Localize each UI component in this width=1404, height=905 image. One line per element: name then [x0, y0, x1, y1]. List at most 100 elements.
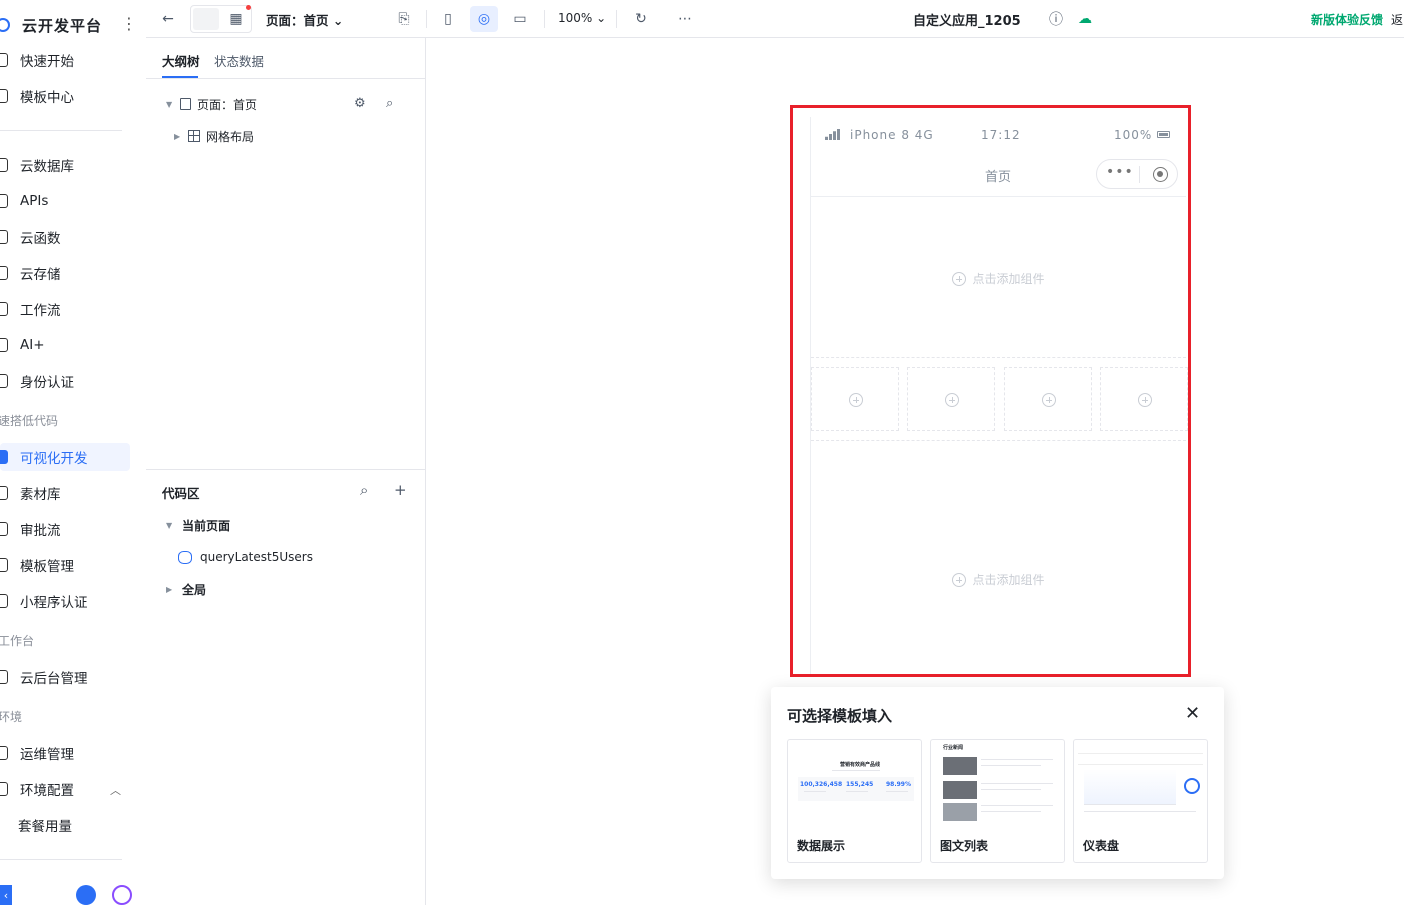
miniprogram-capsule[interactable]: ••• — [1096, 159, 1178, 189]
sidebar-item-label: 环境配置 — [20, 783, 74, 799]
template-thumbnail: 行业新闻 — [935, 743, 1060, 821]
grid-cell[interactable] — [1004, 367, 1092, 431]
sidebar-item-admin[interactable]: 云后台管理 — [0, 663, 130, 691]
quick-start-icon — [0, 53, 8, 67]
refresh-icon[interactable]: ↻ — [630, 6, 652, 32]
sidebar-item-template-center[interactable]: 模板中心 — [0, 82, 130, 110]
tree-node-page[interactable]: ▼ 页面：首页 — [166, 93, 257, 115]
sidebar-item-visual-dev[interactable]: 可视化开发 — [0, 443, 130, 471]
grid-cell[interactable] — [1100, 367, 1188, 431]
search-icon[interactable]: ⌕ — [386, 96, 393, 111]
sidebar-item-assets[interactable]: 素材库 — [0, 479, 130, 507]
miniprogram-device-icon[interactable]: ◎ — [470, 6, 498, 32]
sidebar-item-approval[interactable]: 审批流 — [0, 515, 130, 543]
collapse-icon[interactable]: ‹ — [0, 885, 12, 905]
grid-cell[interactable] — [907, 367, 995, 431]
tree-node-label: 页面：首页 — [197, 97, 258, 112]
chevron-up-icon[interactable]: ︿ — [110, 782, 121, 798]
thumb-line — [1084, 811, 1196, 812]
more-dots-icon[interactable]: ••• — [1106, 164, 1134, 180]
template-card-data-display[interactable]: 营销有效商产品线 100,326,458 155,245 98.99% 数据展示 — [787, 739, 922, 863]
ops-chart-icon — [0, 746, 8, 760]
code-item-query[interactable]: queryLatest5Users — [178, 547, 313, 567]
sidebar-item-template-mgmt[interactable]: 模板管理 — [0, 551, 130, 579]
feedback-link[interactable]: 新版体验反馈 — [1311, 11, 1383, 28]
info-icon[interactable]: ⓘ — [1046, 6, 1066, 32]
grid-cell[interactable] — [811, 367, 899, 431]
thumb-title: 行业新闻 — [943, 745, 964, 751]
assets-icon — [0, 486, 8, 500]
template-icon — [0, 89, 8, 103]
grid-divider — [811, 440, 1186, 441]
code-group-current-page[interactable]: ▼ 当前页面 — [166, 515, 230, 535]
sidebar-item-database[interactable]: 云数据库 — [0, 151, 130, 179]
page-file-icon — [180, 98, 191, 110]
template-card-label: 图文列表 — [940, 839, 989, 853]
user-avatar-icon[interactable] — [76, 885, 96, 905]
top-toolbar: ← ▦ 页面：首页 ⌄ ⎘ ▯ ◎ ▭ 100% ⌄ ↻ ⋯ 自定义应用_120… — [146, 0, 1404, 38]
caret-down-icon[interactable]: ▼ — [166, 521, 176, 530]
add-page-icon[interactable]: ⎘ — [394, 6, 414, 32]
sidebar-item-miniapp-auth[interactable]: 小程序认证 — [0, 587, 130, 615]
sidebar-item-label: 小程序认证 — [20, 595, 88, 611]
more-horizontal-icon[interactable]: ⋯ — [674, 6, 696, 32]
template-popup: 可选择模板填入 ✕ 营销有效商产品线 100,326,458 155,245 9… — [771, 687, 1224, 879]
capsule-divider — [1139, 166, 1140, 183]
sidebar-item-label: 云后台管理 — [20, 671, 88, 687]
notification-dot — [246, 5, 251, 10]
caret-right-icon[interactable]: ▶ — [166, 585, 176, 594]
sidebar-item-auth[interactable]: 身份认证 — [0, 367, 130, 395]
desktop-device-icon[interactable]: ▭ — [510, 6, 530, 32]
sidebar-item-label: 运维管理 — [20, 747, 74, 763]
code-group-global[interactable]: ▶ 全局 — [166, 579, 206, 599]
tab-outline-tree[interactable]: 大纲树 — [162, 51, 200, 70]
ai-assistant-icon[interactable] — [112, 885, 132, 905]
search-icon[interactable]: ⌕ — [360, 481, 368, 499]
page-view-icon[interactable] — [193, 8, 219, 30]
sidebar-item-functions[interactable]: 云函数 — [0, 223, 130, 251]
page-settings-icon[interactable]: ⚙ — [354, 96, 366, 111]
app-name: 自定义应用_1205 — [913, 14, 1021, 29]
tab-state-data[interactable]: 状态数据 — [214, 51, 264, 70]
template-card-dashboard[interactable]: 仪表盘 — [1073, 739, 1208, 863]
sidebar-item-label: 云存储 — [20, 267, 61, 283]
caret-down-icon[interactable]: ▼ — [166, 100, 176, 109]
chevron-down-icon: ⌄ — [596, 11, 607, 25]
ai-robot-icon — [0, 338, 8, 352]
approval-icon — [0, 522, 8, 536]
caret-right-icon[interactable]: ▶ — [174, 132, 184, 141]
template-card-image-list[interactable]: 行业新闻 图文列表 — [930, 739, 1065, 863]
nav-divider — [0, 130, 122, 131]
return-link[interactable]: 返 — [1391, 11, 1403, 28]
close-target-icon[interactable] — [1153, 167, 1168, 182]
sidebar-item-storage[interactable]: 云存储 — [0, 259, 130, 287]
thumb-line — [981, 805, 1053, 806]
close-icon[interactable]: ✕ — [1185, 703, 1200, 724]
sidebar-item-quick-start[interactable]: 快速开始 — [0, 46, 130, 74]
add-component-hint[interactable]: 点击添加组件 — [811, 571, 1186, 588]
sidebar-item-usage[interactable]: 套餐用量 — [0, 811, 130, 839]
thumb-number: 100,326,458 — [800, 781, 843, 788]
tree-node-grid[interactable]: ▶ 网格布局 — [174, 125, 254, 147]
sidebar-item-ai[interactable]: AI+ — [0, 331, 130, 359]
page-selector[interactable]: 页面：首页 ⌄ — [266, 10, 343, 29]
sidebar-item-workflow[interactable]: 工作流 — [0, 295, 130, 323]
phone-preview[interactable]: iPhone 8 4G 17:12 100% 首页 ••• 点击添加组件 点击添… — [810, 117, 1188, 674]
mobile-device-icon[interactable]: ▯ — [438, 6, 458, 32]
code-area-title: 代码区 — [162, 486, 200, 501]
drop-slot[interactable]: 点击添加组件 — [811, 198, 1186, 358]
sidebar-item-ops[interactable]: 运维管理 — [0, 739, 130, 767]
more-vertical-icon[interactable]: ⋮ — [121, 14, 137, 33]
brand[interactable]: 云开发平台 — [0, 12, 102, 38]
add-component-hint[interactable]: 点击添加组件 — [811, 270, 1186, 287]
app-root: 云开发平台 ⋮ 快速开始 模板中心 云数据库 APIs 云函数 云存储 工作流 … — [0, 0, 1404, 905]
thumb-number: 155,245 — [846, 781, 874, 788]
sidebar-item-label: 模板管理 — [20, 559, 74, 575]
sidebar-item-apis[interactable]: APIs — [0, 187, 130, 215]
popup-title: 可选择模板填入 — [787, 707, 893, 725]
add-icon[interactable]: + — [394, 481, 407, 499]
zoom-selector[interactable]: 100% ⌄ — [558, 11, 606, 25]
layout-view-icon[interactable]: ▦ — [226, 6, 246, 32]
cloud-sync-icon[interactable]: ☁ — [1075, 6, 1095, 32]
back-arrow-icon[interactable]: ← — [158, 6, 178, 32]
